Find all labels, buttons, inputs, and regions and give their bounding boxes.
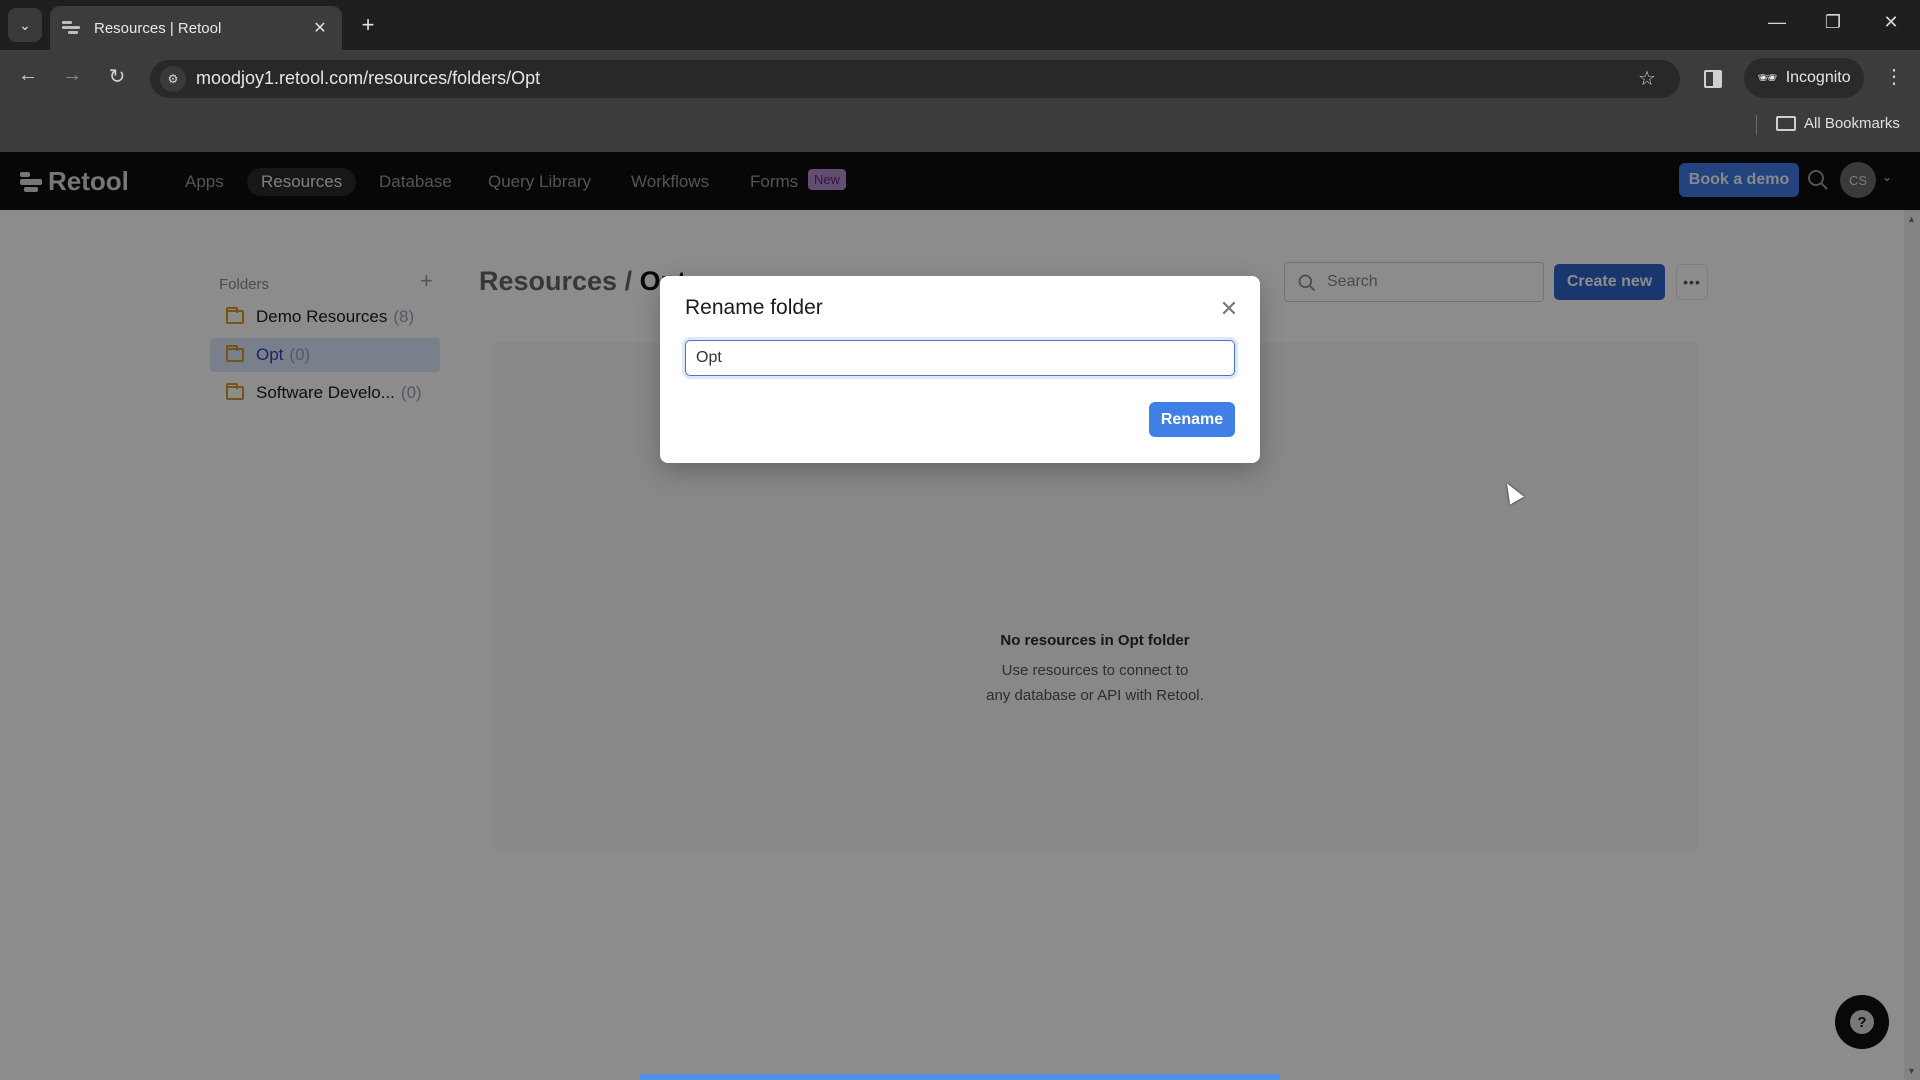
folder-icon [1776,116,1796,131]
all-bookmarks-label: All Bookmarks [1804,115,1900,132]
bookmark-star-icon[interactable]: ☆ [1638,66,1656,91]
tab-title: Resources | Retool [94,19,222,37]
forward-icon[interactable]: → [57,64,87,87]
retool-app: Retool Apps Resources Database Query Lib… [0,152,1920,1080]
close-window-icon[interactable]: ✕ [1876,12,1906,33]
close-tab-icon[interactable]: ✕ [310,18,330,38]
all-bookmarks-button[interactable]: All Bookmarks [1776,115,1900,132]
bookmarks-divider [1756,115,1757,135]
browser-menu-icon[interactable]: ⋮ [1884,64,1904,89]
url-text[interactable]: moodjoy1.retool.com/resources/folders/Op… [196,68,540,89]
new-tab-button[interactable]: + [355,12,381,38]
browser-tab-active[interactable]: Resources | Retool ✕ [50,6,342,50]
close-icon[interactable]: ✕ [1216,296,1242,322]
loading-progress-bar [640,1074,1280,1080]
incognito-icon: 🕶 [1757,70,1778,87]
rename-button[interactable]: Rename [1149,402,1235,437]
incognito-badge[interactable]: 🕶 Incognito [1744,58,1864,98]
site-info-icon[interactable]: ⚙ [160,66,186,92]
back-icon[interactable]: ← [13,64,43,87]
rename-folder-dialog: Rename folder ✕ Rename [660,276,1260,463]
retool-favicon-icon [62,20,82,36]
browser-titlebar: ⌄ Resources | Retool ✕ + — ❐ ✕ [0,0,1920,50]
side-panel-icon[interactable] [1704,70,1722,88]
folder-name-input[interactable] [685,340,1235,376]
reload-icon[interactable]: ↻ [102,64,132,89]
minimize-icon[interactable]: — [1762,12,1792,33]
incognito-label: Incognito [1785,69,1851,86]
restore-icon[interactable]: ❐ [1818,12,1848,33]
dialog-title: Rename folder [685,296,823,319]
tab-search-button[interactable]: ⌄ [8,8,42,42]
